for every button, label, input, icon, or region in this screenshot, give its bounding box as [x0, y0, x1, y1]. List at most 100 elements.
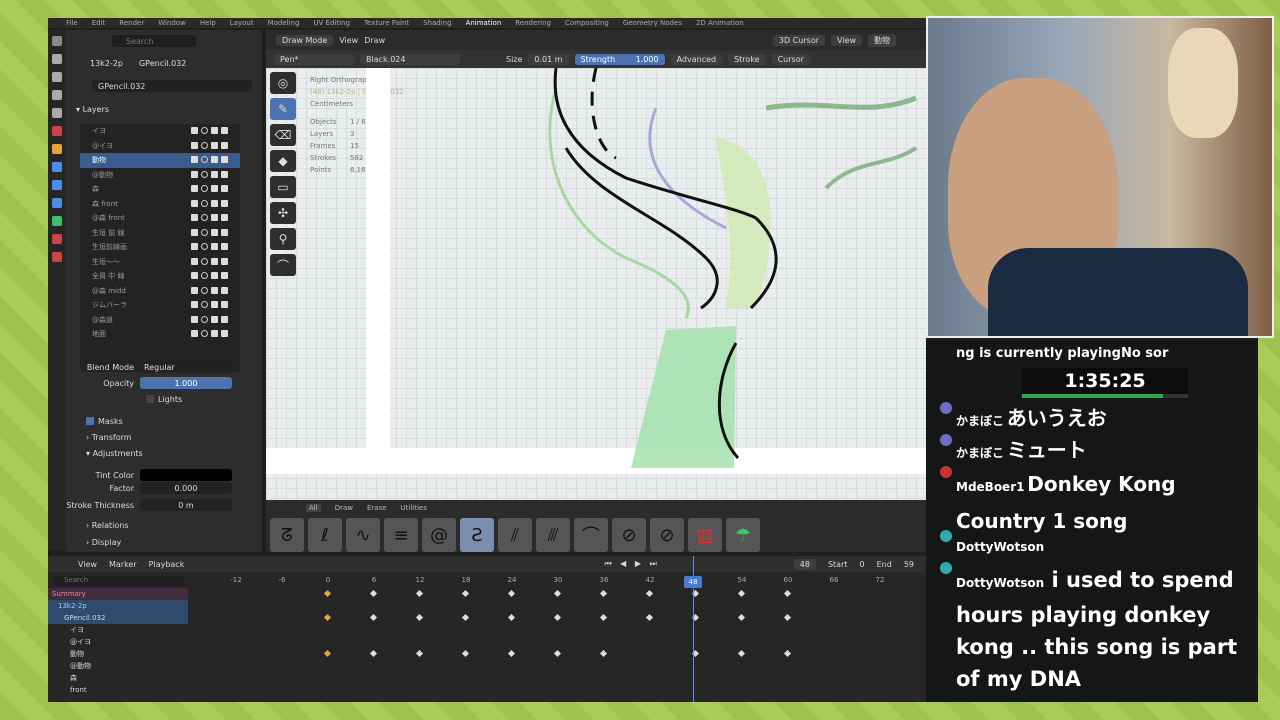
- lock-icon[interactable]: [221, 214, 228, 221]
- keyframe[interactable]: [783, 649, 792, 658]
- brush-airbrush-icon[interactable]: @: [422, 518, 456, 552]
- channel-row[interactable]: GPencil.032: [48, 612, 188, 624]
- onion-icon[interactable]: [201, 127, 208, 134]
- eraser-hard-icon[interactable]: ⊘: [612, 518, 646, 552]
- channel-row[interactable]: 13k2-2p: [48, 600, 188, 612]
- mask-icon[interactable]: [191, 315, 198, 323]
- mask-icon[interactable]: [191, 243, 198, 250]
- opacity-slider[interactable]: 1.000: [140, 377, 232, 389]
- lock-icon[interactable]: [221, 301, 228, 308]
- lock-icon[interactable]: [221, 170, 228, 178]
- channel-row[interactable]: Summary: [48, 588, 188, 600]
- masks-row[interactable]: Masks: [66, 414, 262, 428]
- current-frame-indicator[interactable]: 48: [684, 576, 702, 588]
- layer-row[interactable]: @森 midd: [80, 284, 240, 299]
- view-menu[interactable]: View: [339, 36, 358, 45]
- channel-row[interactable]: @動物: [48, 660, 188, 672]
- layer-row[interactable]: 全員 中 線: [80, 269, 240, 284]
- channel-row[interactable]: front: [48, 684, 188, 696]
- material-select[interactable]: Black.024: [360, 53, 460, 65]
- tint-color-swatch[interactable]: [140, 469, 232, 481]
- world-icon[interactable]: [52, 126, 62, 136]
- onion-icon[interactable]: [201, 286, 208, 294]
- timeline-search[interactable]: Search: [54, 576, 184, 586]
- menu-window[interactable]: Window: [158, 18, 186, 28]
- keyframe[interactable]: [783, 589, 792, 598]
- onion-icon[interactable]: [201, 141, 208, 149]
- workspace-animation[interactable]: Animation: [466, 18, 502, 28]
- menu-help[interactable]: Help: [200, 18, 216, 28]
- layer-toggles[interactable]: [191, 170, 228, 178]
- effects-icon[interactable]: [52, 180, 62, 190]
- onion-icon[interactable]: [201, 301, 208, 308]
- eye-icon[interactable]: [211, 214, 218, 221]
- keyframe[interactable]: [323, 589, 332, 598]
- layer-row[interactable]: 森 front: [80, 197, 240, 212]
- keyframe[interactable]: [461, 589, 470, 598]
- layer-toggles[interactable]: [191, 272, 228, 279]
- stroke-thickness-field[interactable]: 0 m: [140, 499, 232, 511]
- workspace-rendering[interactable]: Rendering: [515, 18, 551, 28]
- lights-checkbox[interactable]: [146, 395, 154, 403]
- onion-icon[interactable]: [201, 315, 208, 323]
- brush-pen-icon[interactable]: ℓ: [308, 518, 342, 552]
- layer-toggles[interactable]: [191, 330, 228, 337]
- layer-toggles[interactable]: [191, 141, 228, 149]
- breadcrumb-scene[interactable]: 13k2-2p: [90, 59, 123, 68]
- onion-icon[interactable]: [201, 185, 208, 192]
- keyframe[interactable]: [369, 649, 378, 658]
- eye-icon[interactable]: [211, 257, 218, 265]
- keyframe[interactable]: [645, 589, 654, 598]
- transform-row[interactable]: › Transform: [66, 430, 262, 444]
- menu-edit[interactable]: Edit: [92, 18, 106, 28]
- layer-row[interactable]: 生垣前線画: [80, 240, 240, 255]
- menu-render[interactable]: Render: [119, 18, 144, 28]
- brush-curve-icon[interactable]: ⌒: [574, 518, 608, 552]
- keyframe[interactable]: [415, 649, 424, 658]
- masks-checkbox[interactable]: [86, 417, 94, 425]
- lock-icon[interactable]: [221, 199, 228, 207]
- keyframe-area[interactable]: [188, 588, 928, 702]
- timeline-marker-menu[interactable]: Marker: [109, 560, 137, 569]
- scene-icon[interactable]: [52, 108, 62, 118]
- layer-row[interactable]: ジムバーラ: [80, 298, 240, 313]
- channel-row[interactable]: 森: [48, 672, 188, 684]
- brush-pencil-icon[interactable]: ∿: [346, 518, 380, 552]
- brush-texture-icon[interactable]: ⫽: [498, 518, 532, 552]
- factor-slider[interactable]: 0.000: [140, 482, 232, 494]
- size-field[interactable]: 0.01 m: [528, 53, 569, 65]
- mask-icon[interactable]: [191, 286, 198, 294]
- eye-icon[interactable]: [211, 199, 218, 207]
- timeline-view-menu[interactable]: View: [78, 560, 97, 569]
- workspace-layout[interactable]: Layout: [230, 18, 254, 28]
- keyframe[interactable]: [323, 649, 332, 658]
- layer-toggles[interactable]: [191, 214, 228, 221]
- layer-row[interactable]: @森道: [80, 313, 240, 328]
- keyframe[interactable]: [783, 613, 792, 622]
- layer-row[interactable]: 地面: [80, 327, 240, 342]
- keyframe[interactable]: [599, 613, 608, 622]
- onion-icon[interactable]: [201, 243, 208, 250]
- channel-row[interactable]: イヨ: [48, 624, 188, 636]
- physics-icon[interactable]: [52, 198, 62, 208]
- layer-toggles[interactable]: [191, 156, 228, 163]
- lock-icon[interactable]: [221, 315, 228, 323]
- onion-icon[interactable]: [201, 199, 208, 207]
- layer-toggles[interactable]: [191, 315, 228, 323]
- mode-select[interactable]: Draw Mode: [276, 34, 334, 46]
- current-frame-field[interactable]: 48: [793, 558, 816, 570]
- brush-marker-icon[interactable]: ≡: [384, 518, 418, 552]
- lock-icon[interactable]: [221, 330, 228, 337]
- onion-icon[interactable]: [201, 156, 208, 163]
- keyframe[interactable]: [507, 613, 516, 622]
- workspace-shading[interactable]: Shading: [423, 18, 451, 28]
- layer-row[interactable]: @動物: [80, 168, 240, 183]
- tab-draw[interactable]: Draw: [335, 504, 353, 512]
- keyframe[interactable]: [737, 649, 746, 658]
- modifier-icon[interactable]: [52, 162, 62, 172]
- fill-bucket-icon[interactable]: ☂: [726, 518, 760, 552]
- onion-icon[interactable]: [201, 170, 208, 178]
- mask-icon[interactable]: [191, 330, 198, 337]
- layer-row[interactable]: 動物: [80, 153, 240, 168]
- keyframe[interactable]: [415, 613, 424, 622]
